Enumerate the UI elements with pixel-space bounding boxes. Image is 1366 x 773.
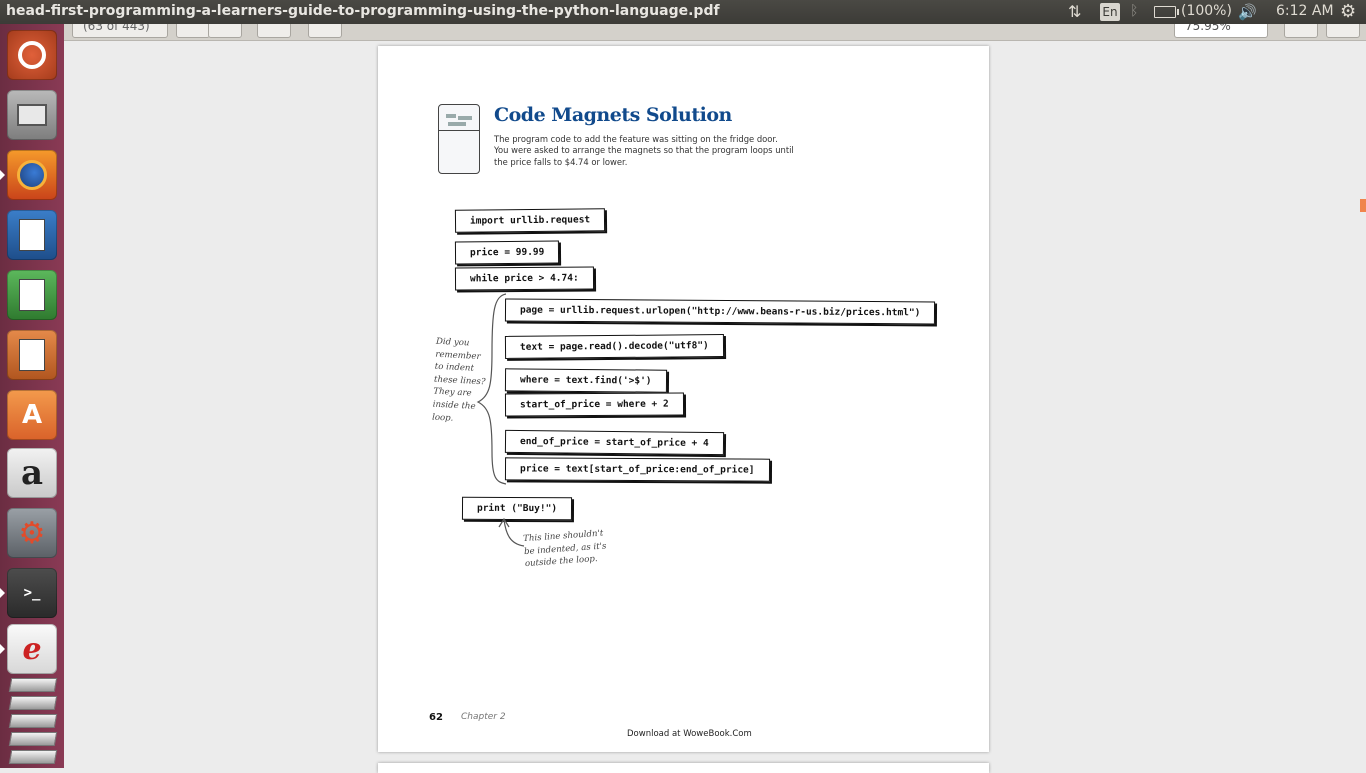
next-page-button[interactable]: [208, 24, 242, 38]
workspace-layer-icon: [8, 714, 58, 728]
workspace-layer-icon: [8, 750, 58, 764]
document-page: Code Magnets Solution The program code t…: [378, 46, 989, 752]
bluetooth-icon[interactable]: ᛒ: [1130, 3, 1138, 19]
top-panel: head-first-programming-a-learners-guide-…: [0, 0, 1366, 24]
zoom-value: 75.95%: [1185, 24, 1231, 33]
workspace-layer-icon: [8, 696, 58, 710]
page-number: 62: [429, 712, 443, 723]
code-magnet: text = page.read().decode("utf8"): [504, 334, 724, 359]
footer-text: Download at WoweBook.Com: [627, 729, 752, 739]
fridge-icon: [436, 104, 482, 174]
battery-percentage[interactable]: (100%): [1181, 3, 1232, 19]
viewer-toolbar: (63 of 443) 75.95%: [64, 24, 1366, 41]
software-center-icon[interactable]: A: [7, 390, 57, 440]
system-settings-icon[interactable]: ⚙: [7, 508, 57, 558]
next-document-page: [378, 763, 989, 773]
indent-annotation: Did you remember to indent these lines? …: [431, 336, 486, 424]
zoom-selector[interactable]: 75.95%: [1174, 24, 1268, 38]
scrollbar-indicator[interactable]: [1360, 199, 1366, 212]
volume-icon[interactable]: 🔊: [1238, 3, 1257, 21]
previous-page-button[interactable]: [176, 24, 210, 38]
battery-icon[interactable]: [1154, 6, 1179, 18]
clock[interactable]: 6:12 AM: [1276, 3, 1334, 19]
terminal-icon[interactable]: >_: [0, 568, 57, 618]
chapter-label: Chapter 2: [461, 712, 506, 722]
code-magnet: price = text[start_of_price:end_of_price…: [504, 457, 770, 482]
files-icon[interactable]: [7, 90, 57, 140]
keyboard-layout-indicator[interactable]: En: [1100, 3, 1120, 21]
fit-page-button[interactable]: [1284, 24, 1318, 38]
solution-description: The program code to add the feature was …: [494, 134, 794, 167]
writer-icon[interactable]: [7, 210, 57, 260]
code-magnet: end_of_price = start_of_price + 4: [504, 429, 724, 456]
code-magnet: price = 99.99: [454, 240, 560, 265]
ubuntu-dash-icon[interactable]: [7, 30, 57, 80]
code-magnet: import urllib.request: [454, 208, 606, 233]
window-title: head-first-programming-a-learners-guide-…: [6, 3, 720, 19]
workspace-switcher-icon[interactable]: [8, 678, 58, 692]
document-viewer-icon[interactable]: ℯ: [0, 624, 57, 674]
code-magnet: start_of_price = where + 2: [504, 392, 684, 417]
menu-button[interactable]: [1326, 24, 1360, 38]
launcher: A a ⚙ >_ ℯ: [0, 24, 64, 768]
search-button[interactable]: [257, 24, 291, 38]
code-magnet: page = urllib.request.urlopen("http://ww…: [504, 298, 936, 325]
solution-heading: Code Magnets Solution: [494, 104, 732, 126]
impress-icon[interactable]: [7, 330, 57, 380]
page-selector[interactable]: (63 of 443): [72, 24, 168, 38]
page-selector-value: (63 of 443): [83, 24, 150, 33]
system-gear-icon[interactable]: ⚙: [1340, 1, 1356, 22]
code-magnet: where = text.find('>$'): [504, 368, 667, 393]
network-arrows-icon[interactable]: ⇅: [1068, 2, 1081, 21]
firefox-icon[interactable]: [0, 150, 57, 200]
view-mode-button[interactable]: [308, 24, 342, 38]
amazon-icon[interactable]: a: [7, 448, 57, 498]
workspace-layer-icon: [8, 732, 58, 746]
print-annotation: This line shouldn't be indented, as it's…: [522, 528, 607, 570]
calc-icon[interactable]: [7, 270, 57, 320]
code-magnet: while price > 4.74:: [454, 266, 594, 291]
